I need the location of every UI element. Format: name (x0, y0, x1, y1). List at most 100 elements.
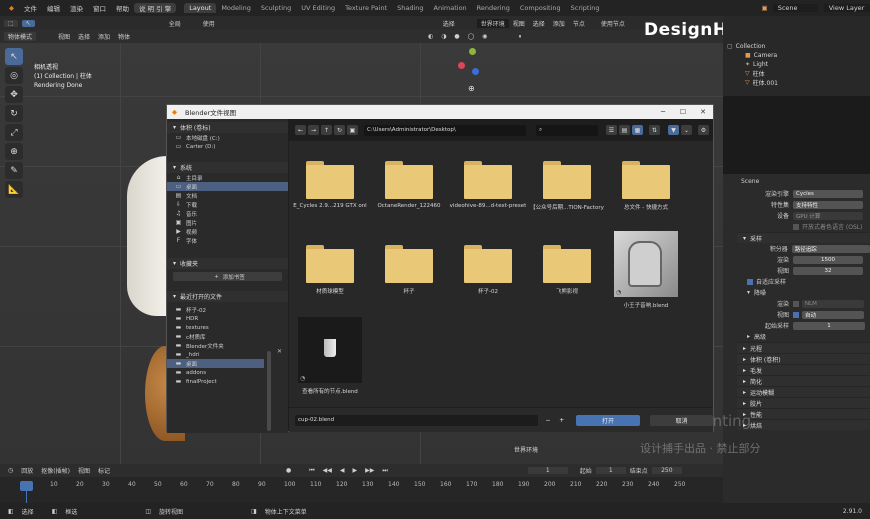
blender-logo-icon[interactable]: ◆ (4, 4, 19, 12)
world-env-selector[interactable]: 世界环境 (476, 18, 509, 28)
file-item-folder[interactable]: 【公众号后期...TION-Factory (528, 161, 606, 211)
play-reverse-icon[interactable]: ◀ (336, 467, 349, 474)
viewport-samples-field[interactable]: 32 (793, 266, 863, 275)
feature-set-dropdown[interactable]: 支持特性 (793, 200, 863, 209)
view-list-icon[interactable]: ☰ (606, 125, 617, 135)
file-item-blend[interactable]: ◔ 小王子音响.blend (607, 231, 685, 309)
timeline-menu-marker[interactable]: 标记 (94, 466, 114, 475)
select-box-icon[interactable]: ↖ (21, 19, 35, 27)
view-thumbnails-icon[interactable]: ▦ (632, 125, 643, 135)
gizmo-y-icon[interactable] (469, 48, 476, 55)
viewport-menu-view[interactable]: 视图 (54, 32, 74, 41)
add-bookmark-button[interactable]: + 添加书签 (173, 272, 282, 281)
system-item-music[interactable]: ♫ 音乐 (167, 209, 288, 218)
volume-item-d[interactable]: ▭ Carter (D:) (167, 142, 288, 151)
system-header[interactable]: ▾ 系统 (167, 162, 288, 173)
system-item-downloads[interactable]: ⇩ 下载 (167, 200, 288, 209)
close-icon[interactable]: ✕ (693, 105, 713, 119)
forward-arrow-icon[interactable]: → (308, 125, 319, 135)
cancel-button[interactable]: 取消 (650, 414, 714, 426)
record-icon[interactable]: ● (282, 467, 295, 474)
maximize-icon[interactable]: ☐ (673, 105, 693, 119)
select-tool-icon[interactable]: ↖ (5, 48, 23, 65)
zoom-icon[interactable]: ⊕ (468, 84, 475, 93)
file-item-folder[interactable]: 材质球模型 (291, 245, 369, 295)
use-nodes-checkbox[interactable]: 使用节点 (597, 19, 629, 28)
filename-field[interactable]: cup-02.blend (295, 414, 538, 426)
system-item-videos[interactable]: ▶ 视频 (167, 227, 288, 236)
jump-end-icon[interactable]: ⏭ (378, 467, 391, 475)
sampling-section[interactable]: ▾ 采样 (737, 232, 870, 243)
gizmo-x-icon[interactable] (458, 62, 465, 69)
outliner-item-collection[interactable]: ▢ Collection (723, 42, 870, 51)
system-item-fonts[interactable]: F 字体 (167, 236, 288, 245)
system-item-home[interactable]: ⌂ 主目录 (167, 173, 288, 182)
node-menu-view[interactable]: 视图 (509, 19, 529, 28)
denoise-render-checkbox[interactable] (793, 300, 799, 307)
workspace-tab-layout[interactable]: Layout (184, 3, 217, 13)
volumes-section[interactable]: ▸ 体积 (卷积) (737, 353, 870, 364)
path-field[interactable]: C:\Users\Administrator\Desktop\ (364, 124, 526, 136)
tab-pill[interactable]: 说 明 引 擎 (134, 3, 177, 13)
workspace-tab-rendering[interactable]: Rendering (472, 3, 515, 13)
file-item-folder-shortcut[interactable]: 总文件 - 快捷方式 (607, 161, 685, 211)
minimize-icon[interactable]: ─ (653, 105, 673, 119)
denoise-header[interactable]: ▾ 降噪 (737, 287, 870, 298)
system-item-pictures[interactable]: ▣ 图片 (167, 218, 288, 227)
denoise-render-dropdown[interactable]: NLM (802, 299, 864, 308)
transform-tool-icon[interactable]: ⊕ (5, 143, 23, 160)
outliner-item-cylinder-001[interactable]: ▽ 柱体.001 (723, 78, 870, 87)
timeline-menu-view[interactable]: 视图 (74, 466, 94, 475)
menu-file[interactable]: 文件 (19, 3, 42, 13)
pause-icon[interactable]: ⏸ (514, 33, 525, 41)
node-menu-add[interactable]: 添加 (549, 19, 569, 28)
file-item-folder[interactable]: 杯子-02 (449, 245, 527, 295)
bake-section[interactable]: ▸ 烘焙 (737, 419, 870, 430)
advanced-header[interactable]: ▸ 高级 (737, 331, 870, 342)
recent-item[interactable]: ▬ c材质库 (167, 332, 288, 341)
hair-section[interactable]: ▸ 毛发 (737, 364, 870, 375)
new-folder-icon[interactable]: ▣ (347, 125, 358, 135)
recent-header[interactable]: ▾ 最近打开的文件 (167, 291, 288, 302)
menu-edit[interactable]: 编辑 (42, 3, 65, 13)
osl-checkbox[interactable] (793, 223, 799, 230)
jump-start-icon[interactable]: ⏮ (305, 467, 318, 475)
filter-icon[interactable]: ▼ (668, 125, 679, 135)
workspace-tab-scripting[interactable]: Scripting (566, 3, 605, 13)
bookmarks-header[interactable]: ▾ 收藏夹 (167, 258, 288, 269)
sort-icon[interactable]: ⇅ (649, 125, 660, 135)
clock-icon[interactable]: ◷ (4, 467, 17, 474)
motion-blur-section[interactable]: ▸ 运动模糊 (737, 386, 870, 397)
adaptive-checkbox[interactable] (747, 278, 753, 285)
light-paths-section[interactable]: ▸ 光程 (737, 342, 870, 353)
device-dropdown[interactable]: GPU 计算 (793, 211, 863, 220)
workspace-tab-shading[interactable]: Shading (392, 3, 428, 13)
settings-gear-icon[interactable]: ⚙ (698, 125, 709, 135)
search-field[interactable]: ⌕ (536, 124, 598, 136)
menu-window[interactable]: 窗口 (88, 3, 111, 13)
navigation-gizmo[interactable]: ⊕ (458, 48, 488, 98)
file-item-folder[interactable]: videohive-89...d-text-preset (449, 161, 527, 209)
recent-item[interactable]: ▬ 桌面 (167, 359, 264, 368)
workspace-tab-uv-editing[interactable]: UV Editing (296, 3, 340, 13)
denoise-view-checkbox[interactable] (793, 311, 799, 318)
current-frame-field[interactable]: 1 (527, 467, 568, 474)
workspace-tab-modeling[interactable]: Modeling (216, 3, 256, 13)
file-item-folder[interactable]: 飞熊影视 (528, 245, 606, 295)
recent-item[interactable]: ▬ 杯子-02 (167, 305, 288, 314)
outliner-item-cylinder[interactable]: ▽ 柱体 (723, 69, 870, 78)
file-item-folder[interactable]: OctaneRender_122460 (370, 161, 448, 209)
node-menu-node[interactable]: 节点 (569, 19, 589, 28)
pivot-selector[interactable]: 使用 (199, 19, 219, 28)
transform-orientation[interactable]: 全局 (165, 19, 185, 28)
volume-item-c[interactable]: ▭ 本地磁盘 (C:) (167, 133, 288, 142)
refresh-icon[interactable]: ↻ (334, 125, 345, 135)
cursor-tool-icon[interactable]: ◎ (5, 67, 23, 84)
viewport-menu-add[interactable]: 添加 (94, 32, 114, 41)
recent-item[interactable]: ▬ Blender文件夹 (167, 341, 288, 350)
editor-type-icon[interactable]: ⬚ (4, 19, 18, 27)
timeline-menu-keying[interactable]: 抠像(插帧) (37, 466, 74, 475)
measure-tool-icon[interactable]: 📐 (5, 181, 23, 198)
increment-icon[interactable]: + (558, 415, 566, 426)
recent-item[interactable]: ▬ HDR (167, 314, 288, 323)
